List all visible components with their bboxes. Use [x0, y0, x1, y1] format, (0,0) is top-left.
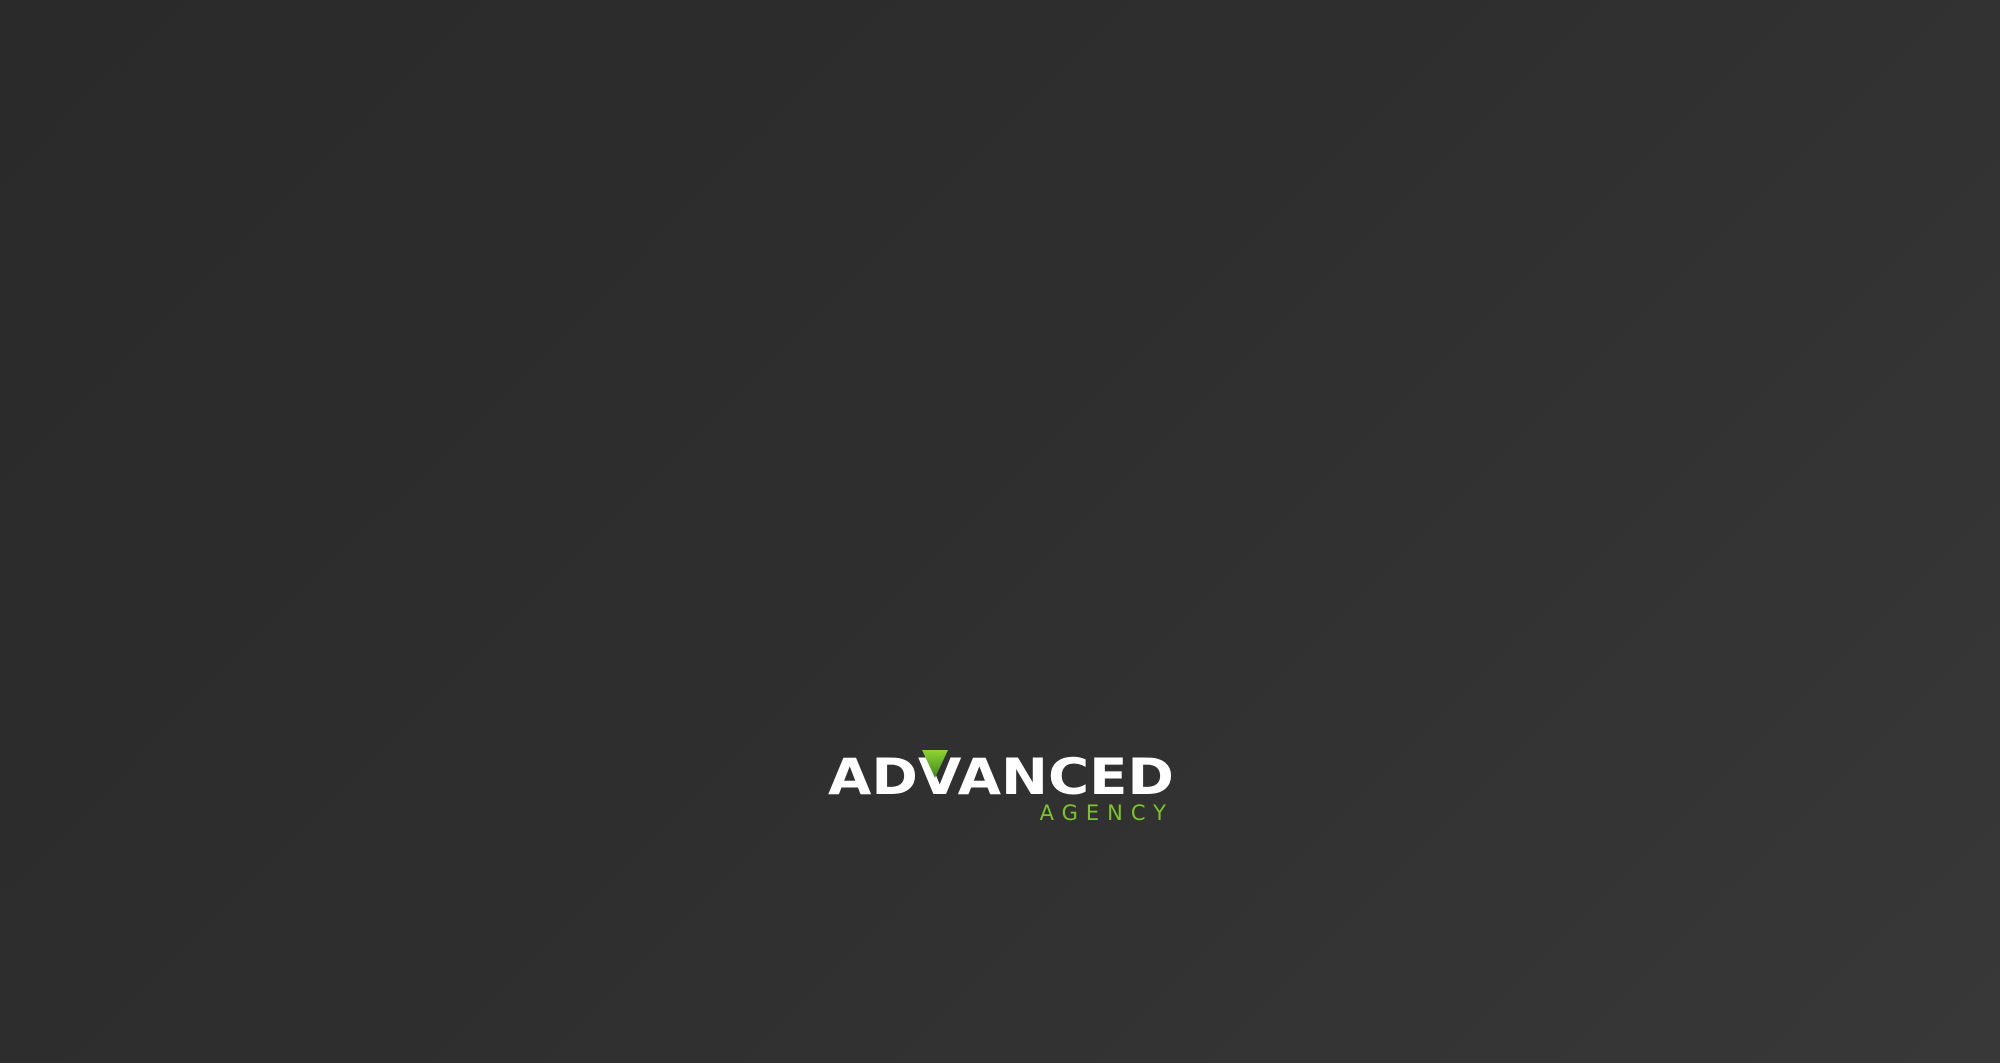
logo-wordmark: ADVANCED — [828, 748, 1174, 806]
logo-tagline: AGENCY — [1040, 801, 1174, 825]
logo-graphic: ADVANCED AGENCY — [828, 748, 1174, 825]
advanced-agency-logo: ADVANCED AGENCY — [828, 748, 1174, 826]
